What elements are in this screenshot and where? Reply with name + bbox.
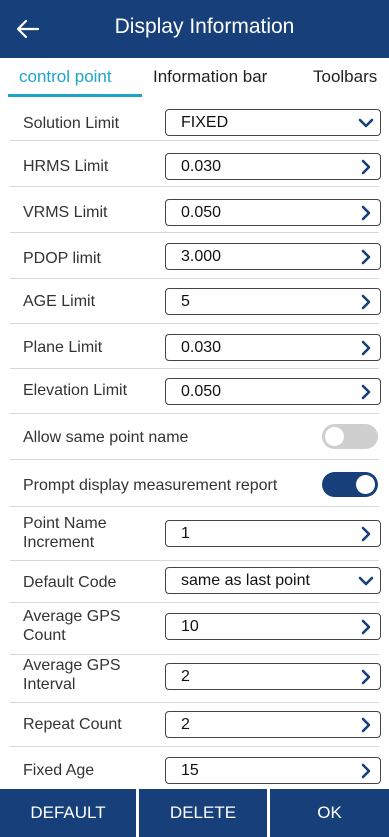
label-line: Average GPS: [23, 657, 121, 674]
default-button[interactable]: DEFAULT: [0, 789, 136, 837]
chevron-right-icon: [361, 205, 371, 221]
plane-limit-value: 0.030: [181, 339, 222, 356]
age-limit-row: AGE Limit 5: [0, 279, 389, 324]
pdop-limit-field[interactable]: 3.000: [165, 243, 381, 270]
tab-toolbars[interactable]: Toolbars: [313, 58, 377, 98]
page-title: Display Information: [114, 15, 295, 38]
allow-same-point-name-row: Allow same point name: [0, 414, 389, 460]
hrms-limit-row: HRMS Limit 0.030: [0, 141, 389, 187]
fixed-age-label: Fixed Age: [23, 762, 95, 779]
chevron-right-icon: [361, 717, 371, 733]
default-code-select[interactable]: same as last point: [165, 567, 381, 594]
fixed-age-field[interactable]: 15: [165, 757, 381, 784]
allow-same-point-name-label: Allow same point name: [23, 429, 189, 446]
tab-bar: control point Information bar Toolbars: [0, 58, 389, 98]
default-code-row: Default Code same as last point: [0, 561, 389, 603]
point-name-increment-value: 1: [181, 525, 190, 542]
solution-limit-value: FIXED: [181, 114, 229, 131]
fixed-age-row: Fixed Age 15: [0, 747, 389, 789]
chevron-down-icon: [358, 118, 374, 128]
chevron-right-icon: [361, 384, 371, 400]
pdop-limit-value: 3.000: [181, 248, 222, 265]
prompt-display-report-toggle[interactable]: [322, 472, 378, 497]
solution-limit-select[interactable]: FIXED: [165, 109, 381, 136]
chevron-right-icon: [361, 763, 371, 779]
allow-same-point-name-toggle[interactable]: [322, 424, 378, 449]
pdop-limit-label: PDOP limit: [23, 250, 101, 267]
vrms-limit-row: VRMS Limit 0.050: [0, 187, 389, 233]
active-tab-indicator: [8, 94, 142, 97]
point-name-increment-field[interactable]: 1: [165, 520, 381, 547]
chevron-right-icon: [361, 619, 371, 635]
elevation-limit-value: 0.050: [181, 383, 222, 400]
point-name-increment-label: Point Name Increment: [23, 514, 107, 552]
elevation-limit-field[interactable]: 0.050: [165, 378, 381, 405]
tab-information-bar[interactable]: Information bar: [153, 58, 267, 98]
repeat-count-row: Repeat Count 2: [0, 703, 389, 747]
elevation-limit-row: Elevation Limit 0.050: [0, 369, 389, 414]
repeat-count-field[interactable]: 2: [165, 711, 381, 738]
average-gps-count-label: Average GPS Count: [23, 607, 121, 645]
label-line: Increment: [23, 534, 95, 551]
solution-limit-row: Solution Limit FIXED: [0, 104, 389, 141]
chevron-right-icon: [361, 294, 371, 310]
default-code-label: Default Code: [23, 574, 117, 591]
tab-control-point[interactable]: control point: [19, 58, 112, 98]
plane-limit-field[interactable]: 0.030: [165, 334, 381, 361]
chevron-down-icon: [358, 576, 374, 586]
footer-actions: DEFAULT DELETE OK: [0, 789, 389, 837]
label-line: Interval: [23, 676, 76, 693]
vrms-limit-field[interactable]: 0.050: [165, 199, 381, 226]
average-gps-count-field[interactable]: 10: [165, 613, 381, 640]
elevation-limit-label: Elevation Limit: [23, 382, 128, 399]
prompt-display-report-row: Prompt display measurement report: [0, 460, 389, 507]
chevron-right-icon: [361, 159, 371, 175]
chevron-right-icon: [361, 340, 371, 356]
ok-button[interactable]: OK: [270, 789, 389, 837]
repeat-count-label: Repeat Count: [23, 716, 122, 733]
average-gps-interval-field[interactable]: 2: [165, 663, 381, 690]
fixed-age-value: 15: [181, 762, 199, 779]
prompt-display-report-label: Prompt display measurement report: [23, 477, 278, 494]
plane-limit-row: Plane Limit 0.030: [0, 324, 389, 369]
repeat-count-value: 2: [181, 716, 190, 733]
solution-limit-label: Solution Limit: [23, 115, 120, 132]
plane-limit-label: Plane Limit: [23, 339, 103, 356]
toggle-knob: [325, 427, 344, 446]
age-limit-label: AGE Limit: [23, 293, 96, 310]
toggle-knob: [356, 475, 375, 494]
label-line: Count: [23, 627, 66, 644]
average-gps-interval-value: 2: [181, 668, 190, 685]
label-line: Average GPS: [23, 608, 121, 625]
hrms-limit-value: 0.030: [181, 158, 222, 175]
default-code-value: same as last point: [181, 572, 310, 589]
pdop-limit-row: PDOP limit 3.000: [0, 233, 389, 279]
average-gps-count-row: Average GPS Count 10: [0, 603, 389, 655]
age-limit-field[interactable]: 5: [165, 288, 381, 315]
hrms-limit-field[interactable]: 0.030: [165, 153, 381, 180]
average-gps-count-value: 10: [181, 618, 199, 635]
delete-button[interactable]: DELETE: [139, 789, 267, 837]
point-name-increment-row: Point Name Increment 1: [0, 507, 389, 561]
chevron-right-icon: [361, 669, 371, 685]
age-limit-value: 5: [181, 293, 190, 310]
vrms-limit-value: 0.050: [181, 204, 222, 221]
chevron-right-icon: [361, 249, 371, 265]
vrms-limit-label: VRMS Limit: [23, 204, 108, 221]
average-gps-interval-row: Average GPS Interval 2: [0, 655, 389, 703]
average-gps-interval-label: Average GPS Interval: [23, 656, 121, 694]
chevron-right-icon: [361, 526, 371, 542]
label-line: Point Name: [23, 515, 107, 532]
title-bar: Display Information: [0, 0, 389, 58]
hrms-limit-label: HRMS Limit: [23, 158, 109, 175]
